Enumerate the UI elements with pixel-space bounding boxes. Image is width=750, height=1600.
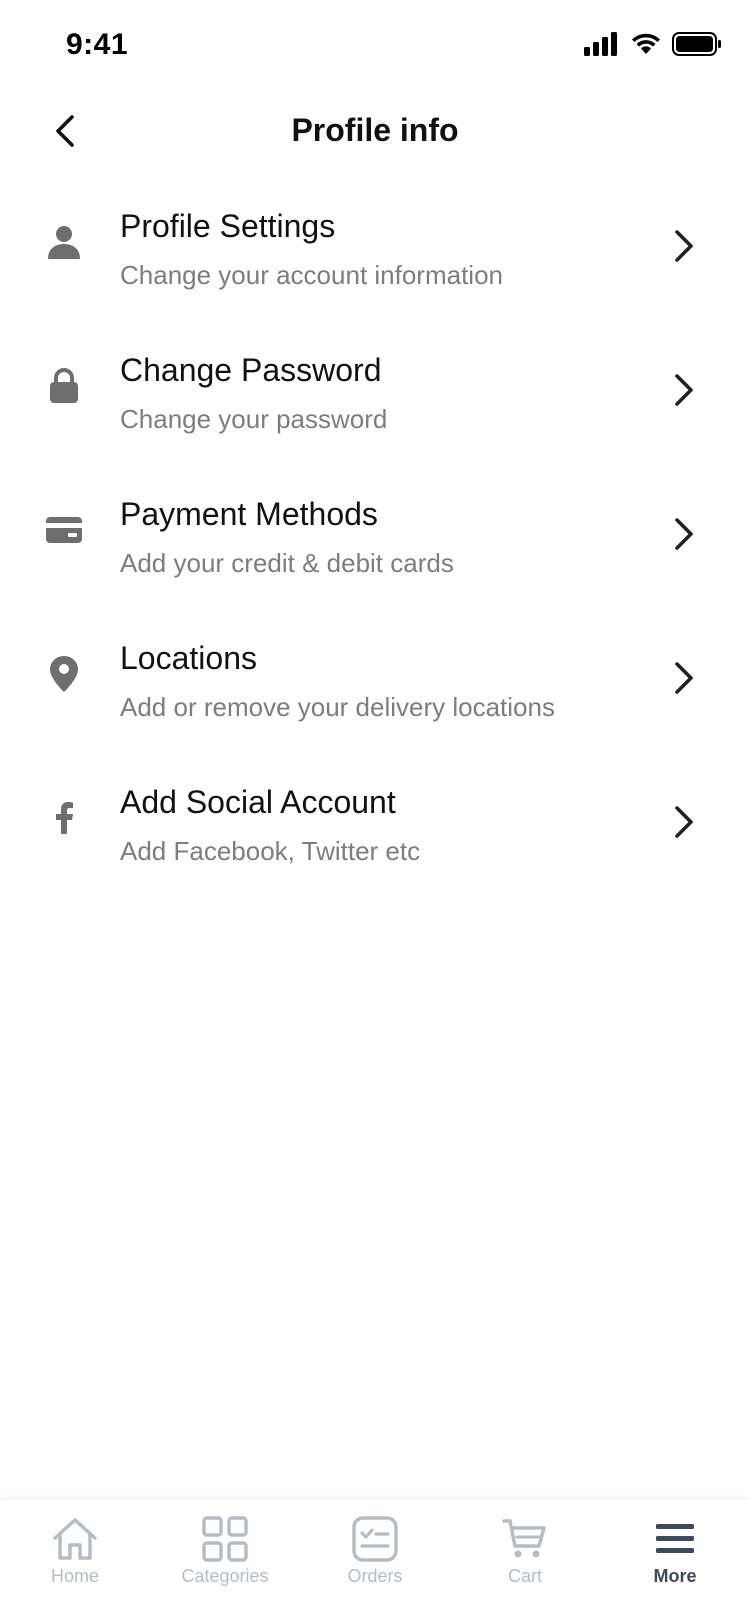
status-icons [584, 32, 722, 56]
status-time: 9:41 [66, 28, 129, 61]
nav-item-orders[interactable]: Orders [300, 1500, 450, 1600]
menu-item-title: Profile Settings [120, 208, 336, 244]
signal-icon [584, 32, 620, 56]
home-icon [50, 1516, 100, 1562]
nav-label: Categories [181, 1566, 269, 1586]
lock-icon [40, 362, 88, 410]
chevron-right-icon [664, 226, 704, 266]
menu-item-locations[interactable]: Locations Add or remove your delivery lo… [0, 628, 750, 772]
nav-item-more[interactable]: More [600, 1500, 750, 1600]
nav-item-categories[interactable]: Categories [150, 1500, 300, 1600]
nav-label: Orders [347, 1566, 403, 1586]
credit-card-icon [40, 506, 88, 554]
menu-item-title: Change Password [120, 352, 382, 388]
nav-item-home[interactable]: Home [0, 1500, 150, 1600]
person-icon [40, 218, 88, 266]
menu-item-title: Locations [120, 640, 257, 676]
nav-label: Cart [507, 1566, 542, 1586]
grid-icon [200, 1516, 250, 1562]
location-pin-icon [40, 650, 88, 698]
nav-item-cart[interactable]: Cart [450, 1500, 600, 1600]
menu-item-add-social-account[interactable]: Add Social Account Add Facebook, Twitter… [0, 772, 750, 916]
orders-icon [350, 1516, 400, 1562]
wifi-icon [630, 32, 662, 56]
chevron-right-icon [664, 658, 704, 698]
page-title: Profile info [291, 112, 459, 148]
status-bar: 9:41 [0, 0, 750, 92]
cart-icon [500, 1516, 550, 1562]
nav-label: Home [50, 1566, 99, 1586]
chevron-right-icon [664, 370, 704, 410]
menu-item-subtitle: Add Facebook, Twitter etc [120, 836, 421, 866]
menu-icon [650, 1516, 700, 1562]
chevron-right-icon [664, 514, 704, 554]
menu-item-payment-methods[interactable]: Payment Methods Add your credit & debit … [0, 484, 750, 628]
menu-item-title: Payment Methods [120, 496, 378, 532]
battery-icon [672, 32, 722, 56]
menu-item-subtitle: Change your password [120, 404, 388, 434]
nav-label: More [653, 1566, 697, 1586]
bottom-nav: Home Categories Orders Cart More [0, 1500, 750, 1600]
menu-item-change-password[interactable]: Change Password Change your password [0, 340, 750, 484]
menu-item-subtitle: Add your credit & debit cards [120, 548, 454, 578]
facebook-icon [40, 794, 88, 842]
menu-item-subtitle: Add or remove your delivery locations [120, 692, 555, 722]
header: Profile info [0, 100, 750, 166]
menu-item-profile-settings[interactable]: Profile Settings Change your account inf… [0, 196, 750, 340]
chevron-right-icon [664, 802, 704, 842]
menu-item-title: Add Social Account [120, 784, 396, 820]
settings-menu: Profile Settings Change your account inf… [0, 196, 750, 916]
menu-item-subtitle: Change your account information [120, 260, 504, 290]
